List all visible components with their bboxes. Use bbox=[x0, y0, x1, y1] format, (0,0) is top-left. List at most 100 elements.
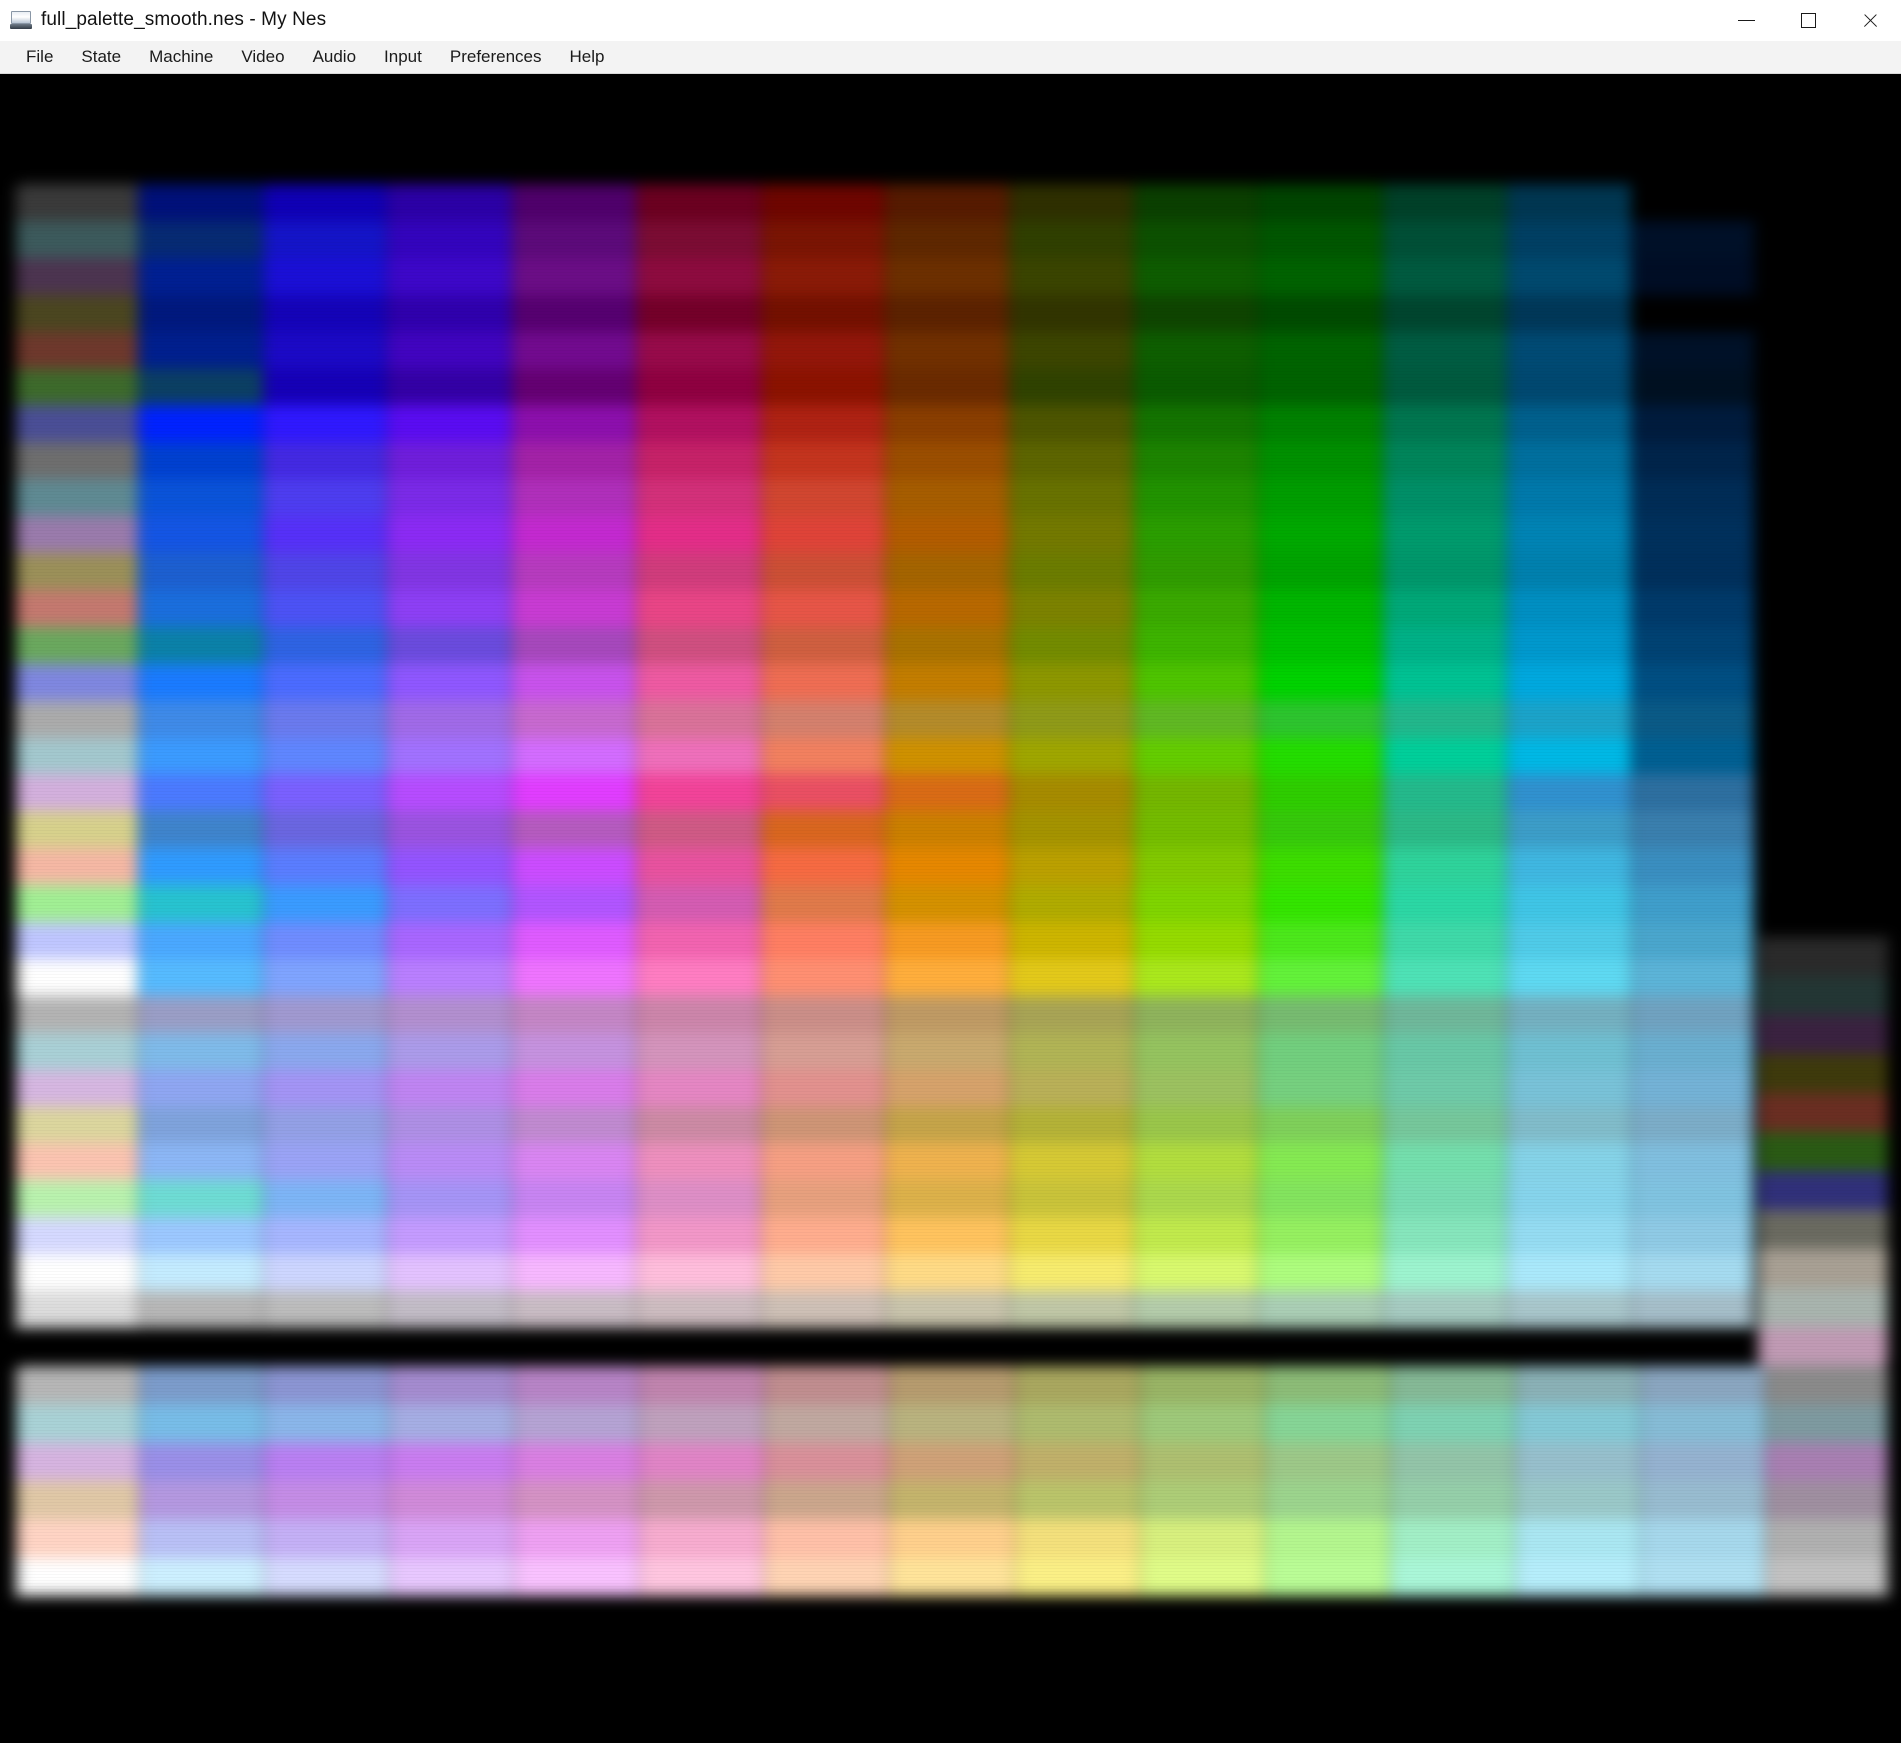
palette-cell bbox=[1009, 589, 1134, 628]
palette-cell bbox=[639, 1366, 765, 1405]
palette-cell bbox=[264, 1366, 390, 1405]
column-edge-artifact bbox=[880, 184, 890, 1366]
close-button[interactable] bbox=[1839, 0, 1901, 40]
palette-cell bbox=[387, 700, 512, 739]
palette-cell bbox=[262, 1327, 388, 1366]
palette-cell bbox=[1631, 737, 1756, 775]
palette-cell bbox=[1382, 1217, 1508, 1255]
palette-cell bbox=[387, 811, 512, 849]
palette-cell bbox=[1133, 220, 1259, 259]
close-icon bbox=[1862, 12, 1879, 29]
palette-cell bbox=[387, 737, 512, 775]
palette-cell bbox=[387, 405, 512, 443]
palette-cell bbox=[760, 1180, 885, 1218]
menu-item-video[interactable]: Video bbox=[227, 41, 298, 73]
palette-cell bbox=[1764, 1480, 1890, 1520]
palette-cell bbox=[1133, 1217, 1259, 1255]
palette-cell bbox=[262, 368, 388, 406]
menu-item-audio[interactable]: Audio bbox=[299, 41, 370, 73]
emulator-video-output[interactable] bbox=[0, 74, 1901, 1743]
palette-cell bbox=[1258, 700, 1383, 739]
palette-cell bbox=[1507, 1327, 1632, 1366]
palette-cell bbox=[139, 1519, 265, 1559]
minimize-button[interactable] bbox=[1715, 0, 1777, 40]
menu-item-machine[interactable]: Machine bbox=[135, 41, 227, 73]
column-edge-artifact bbox=[133, 184, 144, 1366]
palette-cell bbox=[1631, 516, 1756, 554]
palette-cell bbox=[138, 995, 263, 1034]
palette-cell bbox=[1258, 995, 1383, 1034]
palette-cell bbox=[262, 553, 388, 591]
palette-cell bbox=[1382, 220, 1508, 259]
palette-cell bbox=[1764, 1442, 1890, 1482]
palette-cell bbox=[1014, 1480, 1140, 1520]
palette-cell bbox=[1514, 1519, 1640, 1559]
menu-item-input[interactable]: Input bbox=[370, 41, 436, 73]
menu-item-file[interactable]: File bbox=[12, 41, 67, 73]
palette-cell bbox=[1133, 405, 1259, 443]
palette-cell bbox=[1389, 1404, 1515, 1444]
palette-row bbox=[1756, 1210, 1890, 1250]
palette-cell bbox=[14, 1180, 139, 1218]
palette-cell bbox=[1133, 1291, 1259, 1329]
palette-cell bbox=[1507, 663, 1632, 702]
palette-cell bbox=[1756, 1249, 1890, 1289]
palette-cell bbox=[14, 1291, 139, 1329]
palette-cell bbox=[387, 663, 512, 702]
palette-cell bbox=[14, 405, 139, 443]
maximize-icon bbox=[1800, 12, 1816, 28]
palette-cell bbox=[1756, 1210, 1890, 1250]
palette-cell bbox=[636, 885, 761, 923]
palette-cell bbox=[636, 589, 761, 628]
palette-cell bbox=[1382, 442, 1508, 480]
column-edge-artifact bbox=[1885, 898, 1895, 1366]
palette-cell bbox=[1009, 1106, 1134, 1144]
palette-cell bbox=[262, 1254, 388, 1292]
palette-cell bbox=[760, 663, 885, 702]
palette-cell bbox=[1133, 479, 1259, 517]
palette-cell bbox=[139, 1404, 265, 1444]
column-edge-artifact bbox=[382, 184, 393, 1366]
menu-item-state[interactable]: State bbox=[67, 41, 135, 73]
palette-cell bbox=[1382, 626, 1508, 665]
palette-cell bbox=[636, 848, 761, 886]
maximize-button[interactable] bbox=[1777, 0, 1839, 40]
palette-cell bbox=[1507, 1180, 1632, 1218]
palette-cell bbox=[636, 516, 761, 554]
palette-cell bbox=[1507, 1291, 1632, 1329]
palette-cell bbox=[1507, 589, 1632, 628]
palette-cell bbox=[511, 1291, 637, 1329]
palette-cell bbox=[387, 848, 512, 886]
palette-cell bbox=[636, 1327, 761, 1366]
palette-cell bbox=[1507, 220, 1632, 259]
palette-cell bbox=[1514, 1557, 1640, 1597]
palette-row bbox=[14, 1404, 1890, 1444]
palette-cell bbox=[764, 1480, 890, 1520]
palette-cell bbox=[636, 811, 761, 849]
palette-cell bbox=[138, 737, 263, 775]
palette-cell bbox=[1258, 257, 1383, 296]
palette-cell bbox=[1009, 294, 1134, 333]
palette-cell bbox=[884, 368, 1010, 406]
palette-cell bbox=[138, 1032, 263, 1071]
palette-cell bbox=[760, 811, 885, 849]
title-bar: full_palette_smooth.nes - My Nes bbox=[0, 0, 1901, 40]
palette-cell bbox=[138, 368, 263, 406]
palette-cell bbox=[1258, 958, 1383, 997]
palette-cell bbox=[138, 700, 263, 739]
palette-cell bbox=[1631, 958, 1756, 997]
palette-cell bbox=[1133, 1254, 1259, 1292]
palette-cell bbox=[1631, 1143, 1756, 1181]
column-edge-artifact bbox=[1004, 184, 1015, 1366]
menu-item-preferences[interactable]: Preferences bbox=[436, 41, 556, 73]
palette-cell bbox=[1009, 1327, 1134, 1366]
menu-item-help[interactable]: Help bbox=[556, 41, 619, 73]
palette-cell bbox=[1507, 848, 1632, 886]
palette-cell bbox=[511, 257, 637, 296]
palette-cell bbox=[511, 922, 637, 960]
column-edge-artifact bbox=[1502, 184, 1513, 1366]
column-edge-artifact bbox=[1759, 1366, 1770, 1596]
palette-cell bbox=[511, 294, 637, 333]
palette-row bbox=[1756, 1249, 1890, 1289]
palette-cell bbox=[1133, 663, 1259, 702]
